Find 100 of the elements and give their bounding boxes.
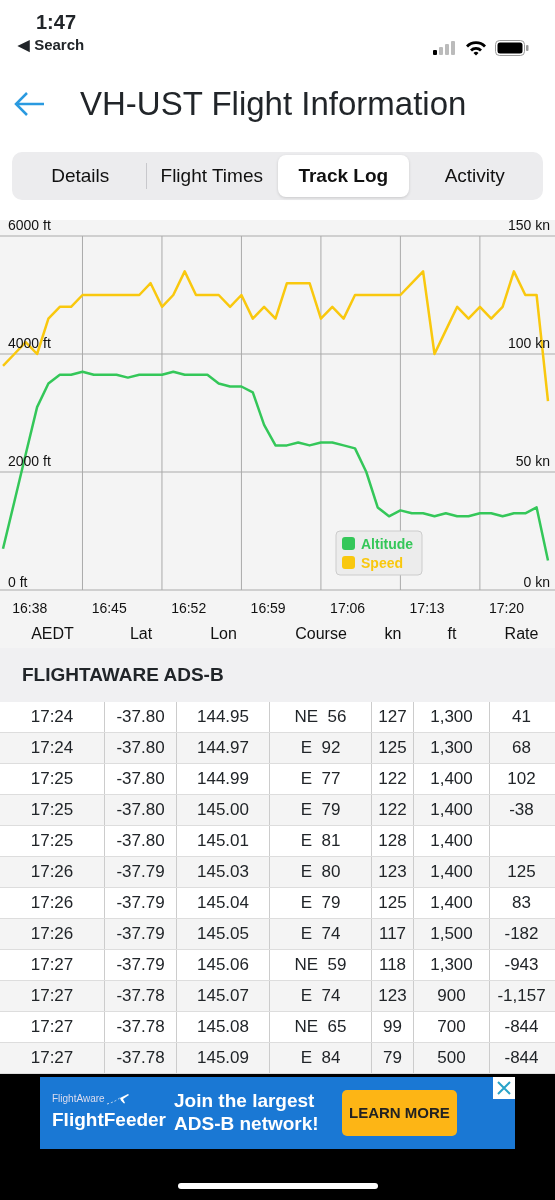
table-cell-text: 17:25 bbox=[30, 799, 74, 822]
legend-label: Speed bbox=[361, 555, 403, 571]
axis-label: 16:52 bbox=[171, 600, 207, 616]
table-cell-text: 17:25 bbox=[30, 830, 74, 853]
ad-message: Join the largest ADS-B network! bbox=[174, 1090, 320, 1136]
table-cell-text: NE 59 bbox=[294, 954, 347, 977]
tab[interactable]: Details bbox=[15, 155, 146, 197]
table-cell-text: -37.79 bbox=[116, 923, 165, 946]
table-cell-text: 125 bbox=[507, 861, 536, 884]
table-cell-text: E 74 bbox=[300, 985, 341, 1008]
table-cell-text: 17:27 bbox=[30, 1016, 74, 1039]
table-cell-text: -37.80 bbox=[116, 830, 165, 853]
tab[interactable]: Track Log bbox=[278, 155, 409, 197]
table-cell-text: 144.95 bbox=[197, 706, 249, 729]
table-cell-text: 17:24 bbox=[30, 706, 74, 729]
table-cell-text: -37.80 bbox=[116, 706, 165, 729]
learn-more-button[interactable]: LEARN MORE bbox=[342, 1089, 457, 1137]
table-cell-text: 99 bbox=[383, 1016, 402, 1039]
table-cell-text: -37.79 bbox=[116, 954, 165, 977]
tab[interactable]: Flight Times bbox=[146, 155, 277, 197]
table-cell-text: 17:26 bbox=[30, 861, 74, 884]
ad-brand-small: FlightAware bbox=[52, 1092, 105, 1107]
section-heading: FLIGHTAWARE ADS-B bbox=[0, 648, 555, 702]
table-cell-text: 144.97 bbox=[197, 737, 249, 760]
table-cell-text: -37.79 bbox=[116, 861, 165, 884]
axis-label: 150 kn bbox=[507, 220, 550, 233]
table-cell-text: 118 bbox=[378, 954, 407, 977]
axis-label: 17:13 bbox=[409, 600, 445, 616]
table-cell-text: E 80 bbox=[300, 861, 341, 884]
table-cell-text: 122 bbox=[378, 768, 407, 791]
table-cell-text: 1,300 bbox=[430, 954, 473, 977]
axis-label: 50 kn bbox=[515, 453, 550, 469]
back-arrow-icon[interactable] bbox=[14, 91, 46, 117]
table-cell-text: 17:27 bbox=[30, 1047, 74, 1070]
table-cell-text: 1,400 bbox=[430, 830, 473, 853]
column-header: Lon bbox=[209, 624, 238, 644]
wifi-icon bbox=[465, 40, 487, 56]
signal-icon bbox=[433, 41, 457, 55]
axis-label: 16:38 bbox=[12, 600, 48, 616]
table-cell-text: -37.78 bbox=[116, 985, 165, 1008]
table-cell-text: 123 bbox=[378, 861, 407, 884]
table-cell-text: -37.80 bbox=[116, 768, 165, 791]
axis-label: 0 kn bbox=[523, 574, 550, 590]
legend-label: Altitude bbox=[361, 536, 414, 552]
table-cell-text: -37.80 bbox=[116, 799, 165, 822]
table-cell-text: -1,157 bbox=[497, 985, 546, 1008]
axis-label: 16:59 bbox=[250, 600, 286, 616]
table-cell-text: E 92 bbox=[300, 737, 341, 760]
table-cell-text: 1,500 bbox=[430, 923, 473, 946]
column-header: Rate bbox=[503, 624, 540, 644]
table-cell-text: 83 bbox=[512, 892, 531, 915]
axis-label: 6000 ft bbox=[8, 220, 51, 233]
axis-label: 0 ft bbox=[8, 574, 28, 590]
column-header: ft bbox=[446, 624, 458, 644]
table-cell-text: 122 bbox=[378, 799, 407, 822]
table-cell-text: 125 bbox=[378, 892, 407, 915]
plane-icon bbox=[104, 1092, 131, 1107]
table-cell-text: 145.07 bbox=[197, 985, 249, 1008]
table-cell-text: 17:26 bbox=[30, 892, 74, 915]
table-cell-text: 145.06 bbox=[197, 954, 249, 977]
table-cell-text: 1,400 bbox=[430, 892, 473, 915]
column-header: Course bbox=[294, 624, 348, 644]
column-header: AEDT bbox=[30, 624, 75, 644]
table-cell-text: 17:27 bbox=[30, 954, 74, 977]
table-cell-text: 145.04 bbox=[197, 892, 249, 915]
table-cell-text: -37.80 bbox=[116, 737, 165, 760]
table-cell-text: 145.08 bbox=[197, 1016, 249, 1039]
table-cell-text: 123 bbox=[378, 985, 407, 1008]
table-cell-text: E 81 bbox=[300, 830, 341, 853]
table-cell-text: 125 bbox=[378, 737, 407, 760]
table-cell-text: -37.78 bbox=[116, 1047, 165, 1070]
back-to-search-link[interactable]: ◀ Search bbox=[18, 34, 85, 57]
column-header: kn bbox=[383, 624, 403, 644]
table-cell-text: -37.78 bbox=[116, 1016, 165, 1039]
table-cell-text: -38 bbox=[509, 799, 534, 822]
table-cell-text: E 74 bbox=[300, 923, 341, 946]
clock-time: 1:47 bbox=[36, 10, 77, 34]
page-title: VH-UST Flight Information bbox=[80, 84, 467, 125]
table-cell-text: 144.99 bbox=[197, 768, 249, 791]
ad-banner[interactable]: FlightAware FlightFeeder Join the largest ADS-B network! LEARN MORE bbox=[40, 1077, 515, 1149]
table-cell-text: E 84 bbox=[300, 1047, 341, 1070]
table-cell-text: -182 bbox=[504, 923, 539, 946]
table-cell-text: 102 bbox=[507, 768, 536, 791]
axis-label: 16:45 bbox=[91, 600, 127, 616]
table-cell-text: -844 bbox=[504, 1016, 539, 1039]
table-cell-text: 117 bbox=[378, 923, 407, 946]
tab[interactable]: Activity bbox=[409, 155, 540, 197]
table-cell-text: 145.00 bbox=[197, 799, 249, 822]
table-cell-text: 500 bbox=[437, 1047, 466, 1070]
column-header: Lat bbox=[128, 624, 154, 644]
table-cell-text: E 77 bbox=[300, 768, 341, 791]
axis-label: 4000 ft bbox=[8, 335, 51, 351]
table-cell-text: 1,400 bbox=[430, 861, 473, 884]
table-cell-text: 17:25 bbox=[30, 768, 74, 791]
table-cell-text: 17:24 bbox=[30, 737, 74, 760]
table-cell-text: E 79 bbox=[300, 799, 341, 822]
table-cell-text: 145.05 bbox=[197, 923, 249, 946]
table-cell-text: 41 bbox=[512, 706, 531, 729]
table-cell-text: E 79 bbox=[300, 892, 341, 915]
table-cell-text: 79 bbox=[383, 1047, 402, 1070]
